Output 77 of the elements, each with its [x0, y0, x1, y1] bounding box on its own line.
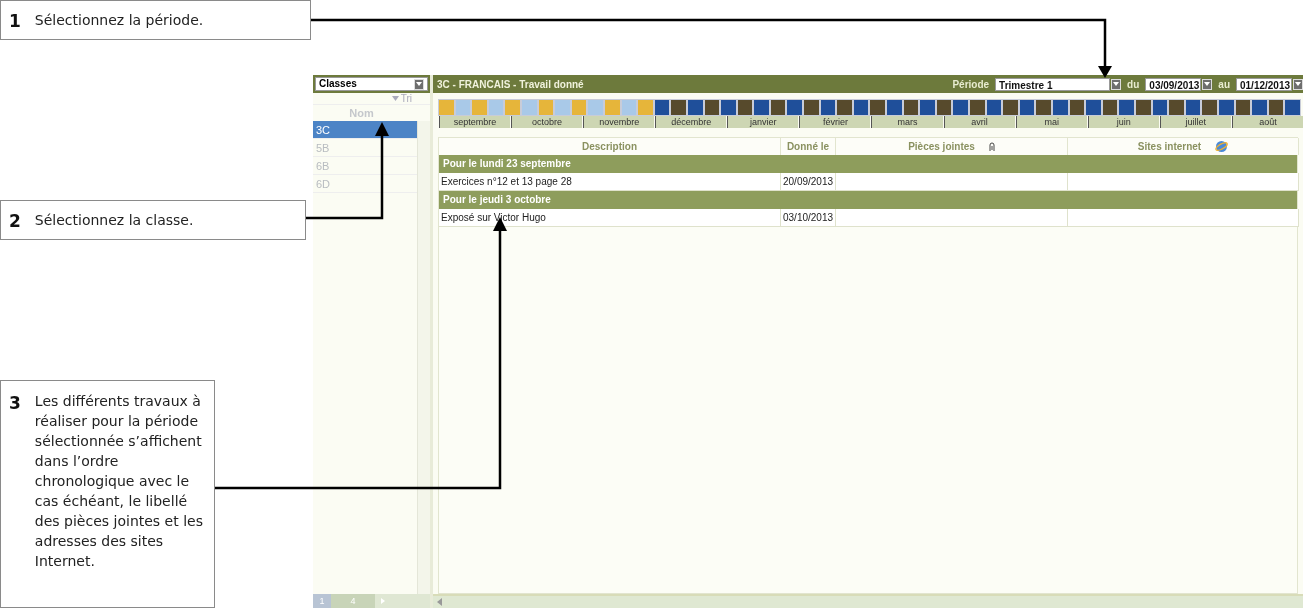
step-number: 2: [9, 209, 21, 231]
week-cell[interactable]: [786, 99, 804, 116]
month-label: mai: [1015, 116, 1087, 128]
month-label: décembre: [655, 116, 727, 128]
week-cell[interactable]: [471, 99, 488, 116]
scrollbar[interactable]: [433, 594, 1303, 608]
week-cell[interactable]: [1035, 99, 1052, 116]
callout-text: Sélectionnez la période.: [34, 11, 205, 30]
week-cell[interactable]: [1251, 99, 1268, 116]
class-type-dropdown[interactable]: Classes: [315, 77, 428, 91]
table-cell: 20/09/2013: [781, 173, 836, 191]
caret-icon: [1295, 82, 1301, 86]
column-title: Donné le: [786, 140, 830, 154]
sort-label[interactable]: Tri: [400, 93, 412, 104]
callout-text: Les différents travaux à réaliser pour la période sélectionnée s’affichent dans l’ordre chronologique avec le cas échéant, le libellé des pièces jointes et les adresses des sites Internet.: [34, 391, 204, 571]
callout-text: Sélectionnez la classe.: [34, 210, 195, 230]
period-label: Période: [952, 78, 990, 90]
month-label: août: [1231, 116, 1303, 128]
week-cell[interactable]: [1002, 99, 1019, 116]
month-label: janvier: [727, 116, 799, 128]
week-cell[interactable]: [969, 99, 986, 116]
column-title: Sites internet: [1137, 140, 1202, 154]
period-dropdown[interactable]: Trimestre 1: [995, 77, 1111, 91]
group-row: Pour le jeudi 3 octobre: [439, 191, 1297, 209]
class-item[interactable]: 3C: [313, 121, 417, 139]
month-label: juillet: [1159, 116, 1231, 128]
month-label: septembre: [439, 116, 511, 128]
month-label: février: [799, 116, 871, 128]
scrollbar[interactable]: [417, 121, 430, 594]
group-row: Pour le lundi 23 septembre: [439, 155, 1297, 173]
globe-icon: [1215, 140, 1229, 153]
week-cell[interactable]: [1118, 99, 1135, 116]
table-cell: Exposé sur Victor Hugo: [439, 209, 781, 227]
week-cell[interactable]: [803, 99, 820, 116]
week-cell[interactable]: [554, 99, 571, 116]
week-cell[interactable]: [504, 99, 521, 116]
step-number: 3: [9, 391, 21, 413]
week-cell[interactable]: [753, 99, 770, 116]
dropdown-button[interactable]: [1111, 78, 1122, 90]
month-label: juin: [1087, 116, 1159, 128]
step-number: 1: [9, 10, 21, 31]
week-cell[interactable]: [1168, 99, 1185, 116]
week-cell[interactable]: [720, 99, 737, 116]
page-number[interactable]: 1: [313, 594, 331, 608]
week-cell[interactable]: [438, 99, 455, 116]
week-cell[interactable]: [886, 99, 903, 116]
table-cell: 03/10/2013: [781, 209, 836, 227]
week-cell[interactable]: [1085, 99, 1102, 116]
week-cell[interactable]: [1284, 99, 1301, 116]
week-cell[interactable]: [587, 99, 604, 116]
sort-icon: [391, 96, 399, 101]
caret-icon: [1113, 82, 1120, 86]
week-cell[interactable]: [836, 99, 853, 116]
week-cell[interactable]: [952, 99, 969, 116]
dropdown-button[interactable]: [1202, 78, 1213, 90]
column-title: Description: [582, 140, 637, 154]
end-date-field[interactable]: 01/12/2013: [1236, 77, 1292, 91]
column-title: Pièces jointes: [908, 140, 975, 154]
caret-icon: [1204, 82, 1211, 86]
from-label: du: [1127, 78, 1140, 90]
caret-icon: [416, 82, 422, 86]
to-label: au: [1218, 78, 1230, 90]
dropdown-button[interactable]: [1293, 78, 1303, 90]
week-cell[interactable]: [1201, 99, 1218, 116]
paperclip-icon: [988, 141, 995, 152]
week-cell[interactable]: [670, 99, 687, 116]
month-label: novembre: [583, 116, 655, 128]
week-cell[interactable]: [869, 99, 887, 116]
start-date-field[interactable]: 03/09/2013: [1145, 77, 1202, 91]
month-label: avril: [943, 116, 1015, 128]
page-count: 4: [331, 594, 375, 608]
month-label: octobre: [511, 116, 583, 128]
table-cell: Exercices n°12 et 13 page 28: [439, 173, 781, 191]
month-label: mars: [871, 116, 943, 128]
week-cell[interactable]: [919, 99, 936, 116]
window-title: 3C - FRANCAIS - Travail donné: [437, 78, 585, 90]
week-cell[interactable]: [637, 99, 654, 116]
